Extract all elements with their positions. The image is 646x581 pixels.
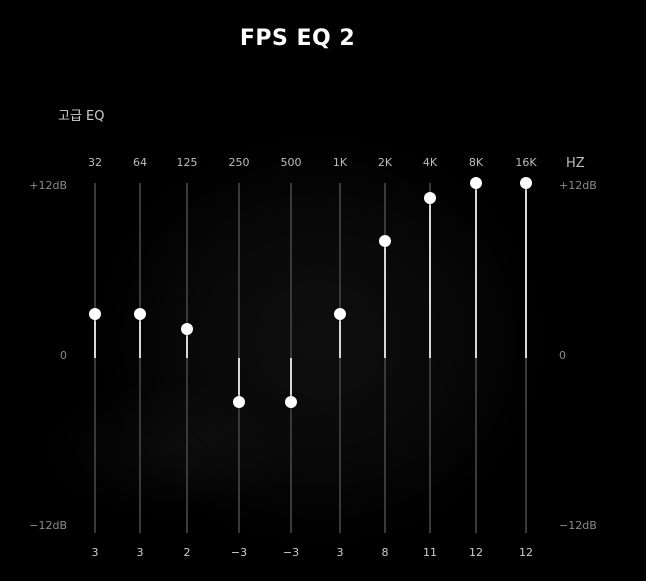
band-frequency-label: 125 [176, 156, 198, 169]
band-slider-fill [139, 314, 141, 358]
eq-band-8k: 8K 12 [469, 0, 483, 581]
band-slider-handle[interactable] [134, 308, 146, 321]
band-slider-handle[interactable] [89, 308, 101, 321]
band-slider-handle[interactable] [470, 177, 482, 189]
band-slider-handle[interactable] [520, 177, 532, 189]
eq-band-250: 250 −3 [229, 0, 250, 581]
band-gain-value: 2 [183, 546, 191, 559]
band-gain-value: 8 [381, 546, 389, 559]
band-frequency-label: 1K [332, 156, 348, 169]
band-slider-fill [475, 183, 477, 358]
scale-max-left: +12dB [29, 179, 67, 192]
band-slider-track[interactable] [139, 183, 141, 533]
scale-max-right: +12dB [559, 179, 597, 192]
eq-band-500: 500 −3 [281, 0, 302, 581]
band-frequency-label: 32 [88, 156, 102, 169]
band-slider-handle[interactable] [334, 308, 346, 321]
band-frequency-label: 2K [377, 156, 393, 169]
band-slider-fill [525, 183, 527, 358]
scale-min-left: −12dB [29, 519, 67, 532]
band-frequency-label: 500 [280, 156, 302, 169]
band-slider-fill [429, 197, 431, 358]
band-gain-value: −3 [230, 546, 248, 559]
band-gain-value: 3 [91, 546, 99, 559]
headset-background-image [90, 130, 550, 550]
scale-min-right: −12dB [559, 519, 597, 532]
band-frequency-label: 16K [515, 156, 537, 169]
band-gain-value: 3 [136, 546, 144, 559]
eq-band-32: 32 3 [88, 0, 102, 581]
eq-band-1k: 1K 3 [333, 0, 347, 581]
band-slider-fill [339, 314, 341, 358]
eq-band-4k: 4K 11 [423, 0, 437, 581]
band-frequency-label: 250 [228, 156, 250, 169]
band-gain-value: −3 [282, 546, 300, 559]
headset-background-shadow [40, 380, 300, 520]
band-gain-value: 12 [469, 546, 483, 559]
scale-zero-right: 0 [559, 349, 566, 362]
band-slider-handle[interactable] [285, 395, 297, 408]
band-slider-track[interactable] [94, 183, 96, 533]
band-slider-handle[interactable] [233, 395, 245, 408]
preset-title: FPS EQ 2 [239, 26, 356, 51]
advanced-eq-label: 고급 EQ [58, 109, 105, 124]
band-gain-value: 12 [519, 546, 533, 559]
band-frequency-label: 4K [422, 156, 438, 169]
band-gain-value: 3 [336, 546, 344, 559]
eq-band-16k: 16K 12 [515, 0, 536, 581]
band-slider-handle[interactable] [424, 191, 436, 204]
eq-band-2k: 2K 8 [378, 0, 392, 581]
eq-band-64: 64 3 [133, 0, 147, 581]
band-slider-fill [94, 314, 96, 358]
hz-unit-label: HZ [566, 156, 585, 171]
band-slider-track[interactable] [186, 183, 188, 533]
band-frequency-label: 64 [133, 156, 147, 169]
band-frequency-label: 8K [468, 156, 484, 169]
band-slider-handle[interactable] [379, 235, 391, 248]
eq-band-125: 125 2 [177, 0, 198, 581]
band-slider-track[interactable] [339, 183, 341, 533]
band-slider-handle[interactable] [181, 322, 193, 335]
scale-zero-left: 0 [60, 349, 67, 362]
band-gain-value: 11 [423, 546, 437, 559]
band-slider-fill [384, 241, 386, 358]
